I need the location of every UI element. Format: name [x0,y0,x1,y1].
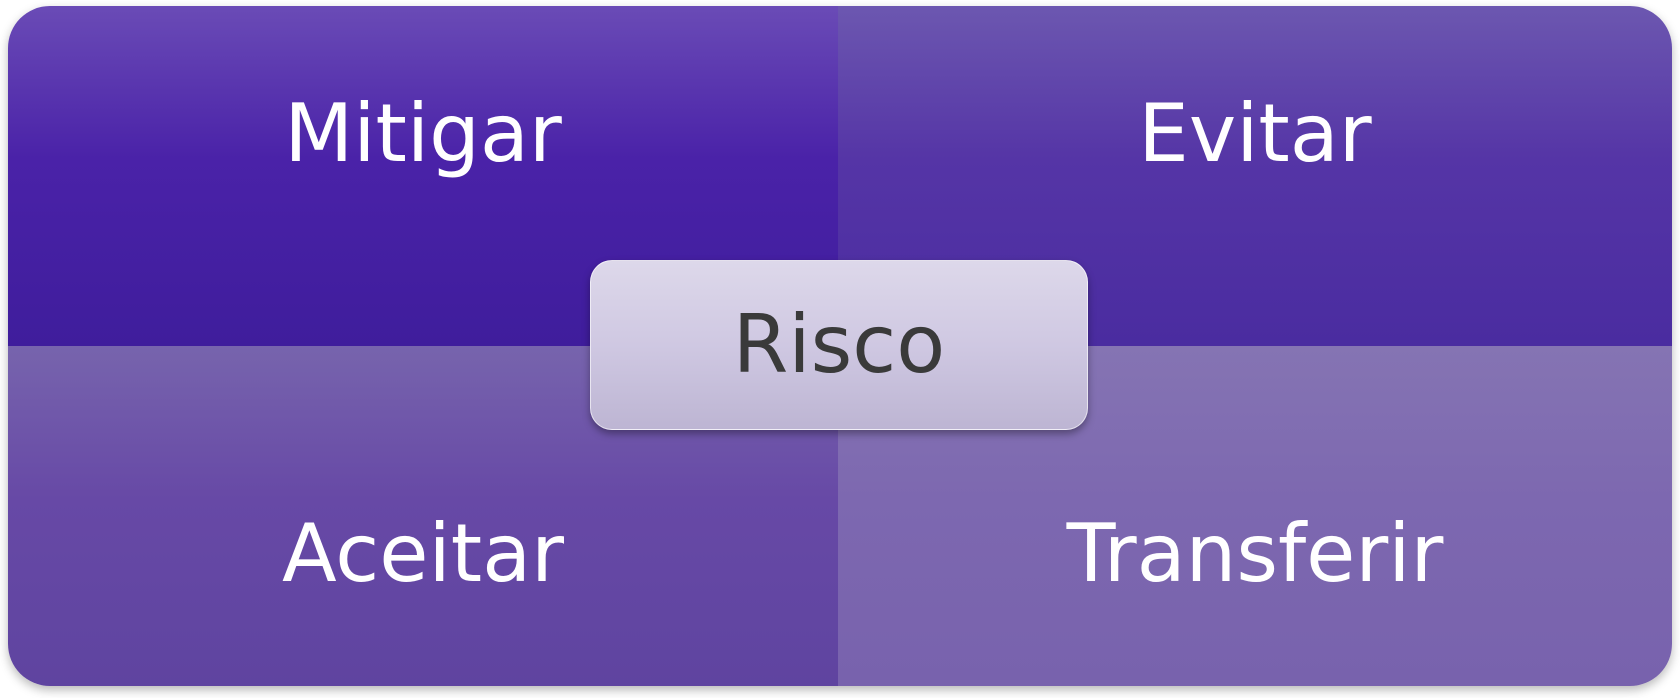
quadrant-label-evitar: Evitar [1138,87,1372,180]
quadrant-label-transferir: Transferir [1066,507,1444,600]
center-label: Risco [732,298,946,391]
quadrant-label-mitigar: Mitigar [284,87,562,180]
quadrant-label-aceitar: Aceitar [281,507,565,600]
center-risk-box: Risco [590,260,1088,430]
